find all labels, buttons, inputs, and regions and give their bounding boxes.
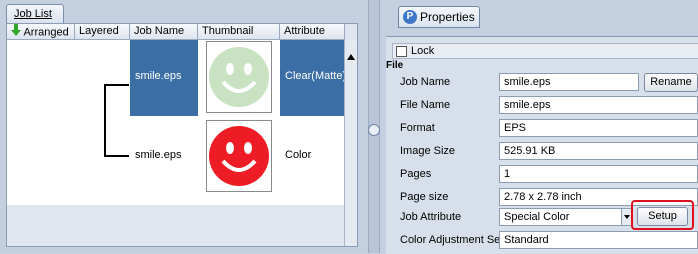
prop-row-job-name: Job Name smile.eps Rename (386, 72, 698, 93)
properties-body: Lock File Job Name smile.eps Rename File… (386, 36, 698, 254)
column-header-attribute[interactable]: Attribute (280, 24, 345, 39)
smiley-icon (209, 126, 269, 186)
column-header-thumbnail[interactable]: Thumbnail (198, 24, 280, 39)
job-attribute-select[interactable]: Special Color (499, 208, 633, 226)
vertical-scrollbar[interactable] (344, 40, 357, 246)
job-name-cell[interactable]: smile.eps (135, 149, 181, 161)
job-table: Arranged Layered Job Name Thumbnail Attr… (6, 23, 358, 247)
splitter-handle[interactable] (368, 124, 380, 136)
tab-job-list-label: Job List (14, 8, 52, 20)
section-file: File (386, 60, 404, 71)
lock-checkbox[interactable] (396, 46, 407, 57)
table-header: Arranged Layered Job Name Thumbnail Attr… (7, 24, 345, 40)
column-header-layered[interactable]: Layered (75, 24, 130, 39)
job-name-field[interactable]: smile.eps (499, 73, 639, 91)
job-list-pane: Job List Arranged Layered Job Name Thumb… (0, 0, 368, 253)
pages-field[interactable]: 1 (499, 165, 698, 183)
prop-row-file-name: File Name smile.eps (386, 95, 698, 116)
properties-pane: P Properties Lock File Job Name smile.eps… (380, 0, 698, 254)
color-adjustment-field[interactable]: Standard (499, 231, 698, 249)
tab-job-list[interactable]: Job List (6, 4, 64, 23)
green-down-arrow-icon (11, 24, 21, 41)
tree-connector (104, 84, 129, 157)
file-name-field[interactable]: smile.eps (499, 96, 698, 114)
thumbnail-smile-light[interactable] (206, 41, 272, 113)
job-name-cell[interactable]: smile.eps (130, 40, 198, 116)
tab-properties[interactable]: P Properties (398, 6, 480, 28)
prop-label: Job Name (400, 76, 451, 88)
lock-row[interactable]: Lock (392, 43, 698, 59)
column-header-job-name[interactable]: Job Name (130, 24, 198, 39)
attribute-cell[interactable]: Color (285, 149, 311, 161)
attribute-cell[interactable]: Clear(Matte) (280, 40, 346, 116)
prop-row-pages: Pages 1 (386, 164, 698, 185)
pane-splitter[interactable] (368, 0, 380, 253)
lock-label: Lock (411, 45, 435, 57)
format-field[interactable]: EPS (499, 119, 698, 137)
thumbnail-smile-red[interactable] (206, 120, 272, 192)
column-header-arranged[interactable]: Arranged (7, 24, 75, 39)
prop-row-format: Format EPS (386, 118, 698, 139)
image-size-field[interactable]: 525.91 KB (499, 142, 698, 160)
scroll-up-icon[interactable] (347, 54, 355, 60)
smiley-icon (209, 47, 269, 107)
prop-row-color-adjustment: Color Adjustment Set Standard (386, 230, 698, 251)
rename-button[interactable]: Rename (644, 73, 698, 92)
table-rows: smile.eps Clear(Matte) smile.eps Color (7, 40, 346, 205)
setup-button[interactable]: Setup (637, 207, 688, 226)
properties-icon: P (403, 10, 417, 24)
prop-row-image-size: Image Size 525.91 KB (386, 141, 698, 162)
